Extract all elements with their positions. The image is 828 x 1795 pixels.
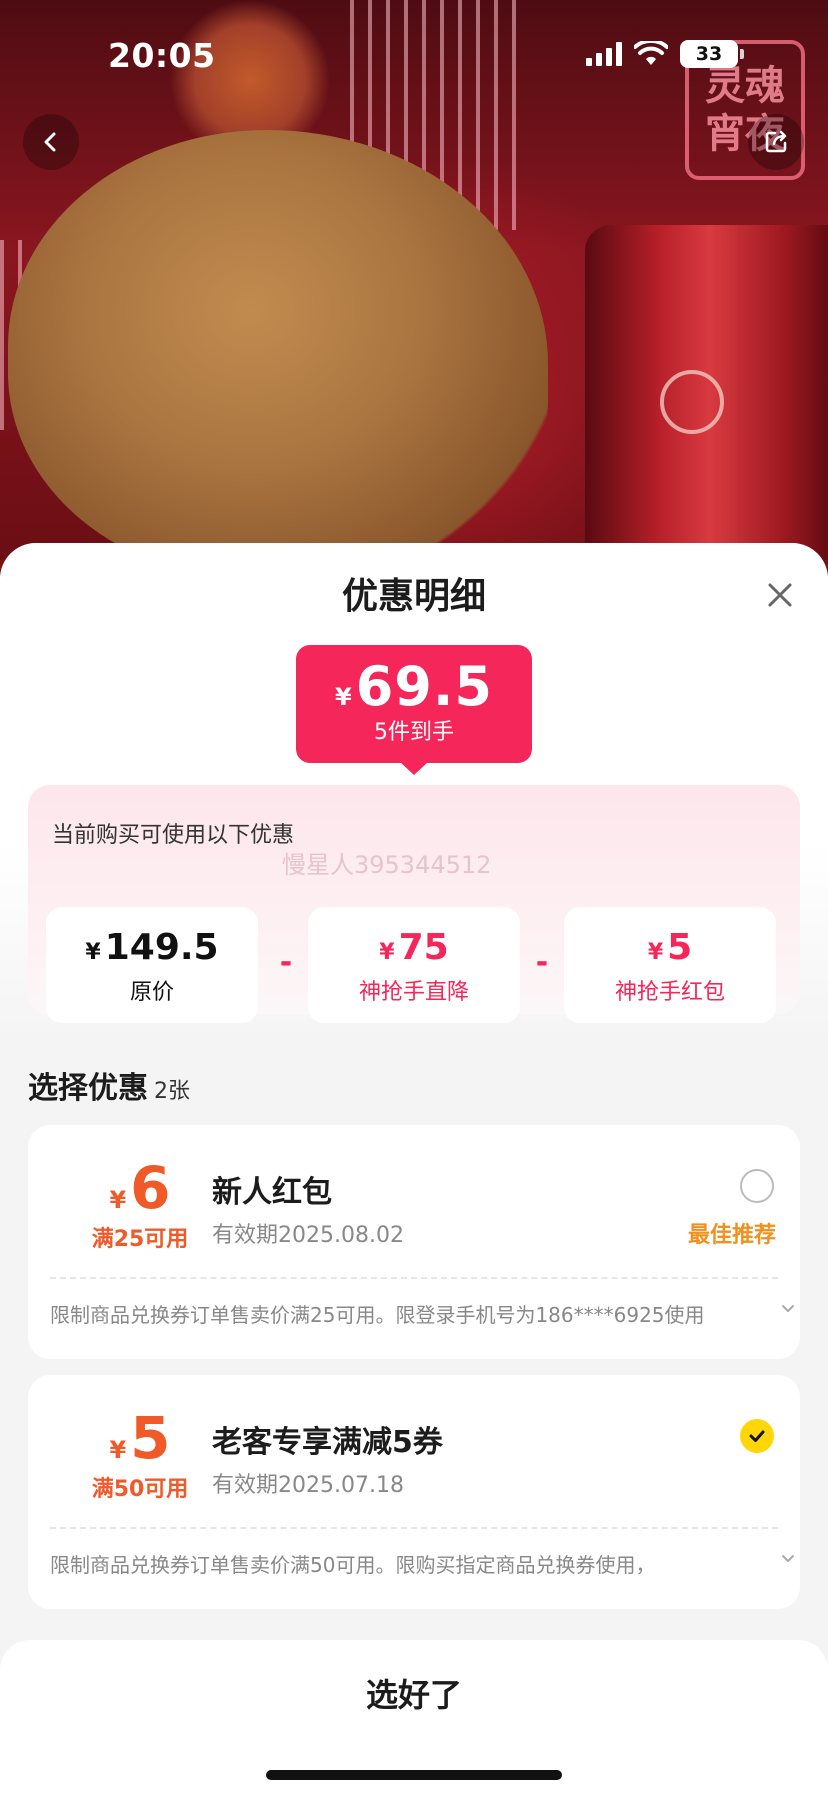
battery-icon: 33 bbox=[680, 40, 744, 68]
dashed-divider bbox=[50, 1277, 778, 1279]
price-breakdown: 当前购买可使用以下优惠 慢星人395344512 ¥ 149.5 原价 - ¥ … bbox=[28, 785, 800, 1023]
coupon-currency: ¥ bbox=[109, 1436, 127, 1464]
chevron-left-icon bbox=[44, 132, 56, 152]
coupon-expiry: 有效期2025.07.18 bbox=[212, 1473, 404, 1498]
can-logo bbox=[660, 370, 724, 434]
select-discount-title: 选择优惠 bbox=[28, 1071, 148, 1106]
coupon-terms: 限制商品兑换券订单售卖价满50可用。限购买指定商品兑换券使用， bbox=[50, 1553, 656, 1577]
coupon-expiry: 有效期2025.08.02 bbox=[212, 1223, 404, 1248]
coupon-currency: ¥ bbox=[109, 1186, 127, 1214]
coupon-card-new-user[interactable]: ¥ 6 满25可用 新人红包 有效期2025.08.02 最佳推荐 限制商品兑换… bbox=[28, 1125, 800, 1359]
watermark: 慢星人395344512 bbox=[282, 851, 492, 879]
product-hero-image: 灵魂 宵夜 bbox=[0, 0, 828, 560]
coupon-card-returning-customer[interactable]: ¥ 5 满50可用 老客专享满减5券 有效期2025.07.18 限制商品兑换券… bbox=[28, 1375, 800, 1609]
best-recommend-tag: 最佳推荐 bbox=[687, 1223, 776, 1248]
coupon-radio-unchecked[interactable] bbox=[740, 1169, 774, 1203]
direct-discount-label: 神抢手直降 bbox=[358, 980, 469, 1005]
coupon-value: 5 bbox=[130, 1404, 171, 1472]
battery-level: 33 bbox=[695, 43, 723, 65]
dashed-divider bbox=[50, 1527, 778, 1529]
red-packet-currency: ¥ bbox=[647, 940, 664, 965]
direct-discount-card: ¥ 75 神抢手直降 bbox=[308, 907, 520, 1023]
original-price-label: 原价 bbox=[129, 980, 174, 1005]
breakdown-label: 当前购买可使用以下优惠 bbox=[52, 823, 295, 848]
coupon-condition: 满25可用 bbox=[91, 1227, 189, 1252]
original-price-amount: 149.5 bbox=[104, 927, 219, 968]
coupon-count: 2张 bbox=[154, 1079, 190, 1104]
back-button[interactable] bbox=[23, 114, 79, 170]
confirm-button[interactable]: 选好了 bbox=[0, 1670, 828, 1716]
status-time: 20:05 bbox=[108, 36, 216, 75]
coupon-value: 6 bbox=[130, 1154, 171, 1222]
coupon-amount: ¥ 6 满25可用 bbox=[80, 1159, 200, 1253]
chevron-down-icon[interactable] bbox=[780, 1551, 796, 1567]
final-price-subtitle: 5件到手 bbox=[374, 720, 454, 745]
coupon-condition: 满50可用 bbox=[91, 1477, 189, 1502]
checkmark-icon bbox=[749, 1430, 765, 1442]
close-icon bbox=[768, 583, 792, 607]
coupon-name: 老客专享满减5券 bbox=[212, 1425, 443, 1460]
minus-sign: - bbox=[279, 945, 293, 980]
original-price-currency: ¥ bbox=[85, 940, 101, 965]
final-price-currency: ¥ bbox=[335, 683, 352, 711]
coupon-name: 新人红包 bbox=[212, 1175, 332, 1210]
final-price-amount: 69.5 bbox=[355, 655, 493, 718]
share-icon bbox=[765, 130, 787, 153]
final-price-badge: ¥ 69.5 5件到手 bbox=[296, 645, 532, 775]
original-price-card: ¥ 149.5 原价 bbox=[46, 907, 258, 1023]
red-packet-amount: 5 bbox=[667, 927, 693, 968]
discount-detail-sheet: 优惠明细 ¥ 69.5 5件到手 当前购买可使用以下优惠 慢星人39534451… bbox=[0, 543, 828, 1795]
minus-sign: - bbox=[535, 945, 549, 980]
chevron-down-icon[interactable] bbox=[780, 1301, 796, 1317]
status-icons: 33 bbox=[586, 40, 744, 68]
share-button[interactable] bbox=[748, 114, 804, 170]
direct-discount-currency: ¥ bbox=[379, 940, 395, 965]
cellular-signal-icon bbox=[586, 42, 622, 66]
sheet-title: 优惠明细 bbox=[341, 576, 486, 617]
red-packet-label: 神抢手红包 bbox=[614, 980, 725, 1005]
direct-discount-amount: 75 bbox=[398, 927, 449, 968]
close-button[interactable] bbox=[760, 575, 800, 615]
select-discount-heading: 选择优惠 2张 bbox=[28, 1063, 190, 1107]
wifi-icon bbox=[634, 41, 668, 65]
home-indicator bbox=[266, 1770, 562, 1780]
coupon-radio-checked[interactable] bbox=[740, 1419, 774, 1453]
coupon-terms: 限制商品兑换券订单售卖价满25可用。限登录手机号为186****6925使用 bbox=[50, 1303, 705, 1327]
coupon-amount: ¥ 5 满50可用 bbox=[80, 1409, 200, 1503]
red-packet-card: ¥ 5 神抢手红包 bbox=[564, 907, 776, 1023]
neon-sign-line1: 灵魂 bbox=[705, 63, 785, 109]
